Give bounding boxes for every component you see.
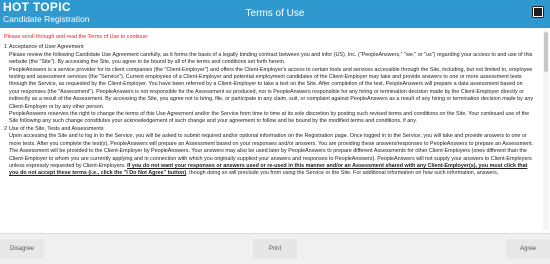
section-title: Acceptance of User Agreement [9,44,84,51]
footer-bar: Disagree Print Agree [0,233,550,264]
paragraph: Please review the following Candidate Us… [9,51,533,66]
scrollbar[interactable] [543,30,549,230]
paragraph: Upon accessing the Site and to log in to… [4,133,534,177]
scrollbar-thumb[interactable] [544,32,548,72]
section-heading: 1 Acceptance of User Agreement [4,44,534,51]
terms-text: Please scroll through and read the Terms… [4,34,534,178]
paragraph: PeopleAnswers reserves the right to chan… [9,111,530,125]
page-title: Terms of Use [245,8,305,19]
fullscreen-icon-corner [538,12,543,17]
print-button[interactable]: Print [253,239,297,259]
fullscreen-icon[interactable] [532,6,544,18]
scroll-notice: Please scroll through and read the Terms… [4,34,149,40]
terms-scroll-area[interactable]: Please scroll through and read the Terms… [0,28,550,233]
agree-button[interactable]: Agree [506,239,550,259]
header-bar: HOT TOPIC Candidate Registration Terms o… [0,0,550,28]
section-title: Use of the Site, Tests and Assessments [9,125,104,132]
section-heading: 2 Use of the Site, Tests and Assessments [4,126,534,133]
disagree-button[interactable]: Disagree [0,239,44,259]
paragraph-text: , though doing so will preclude you from… [186,170,499,177]
paragraph: PeopleAnswers is a service provider for … [9,66,534,110]
